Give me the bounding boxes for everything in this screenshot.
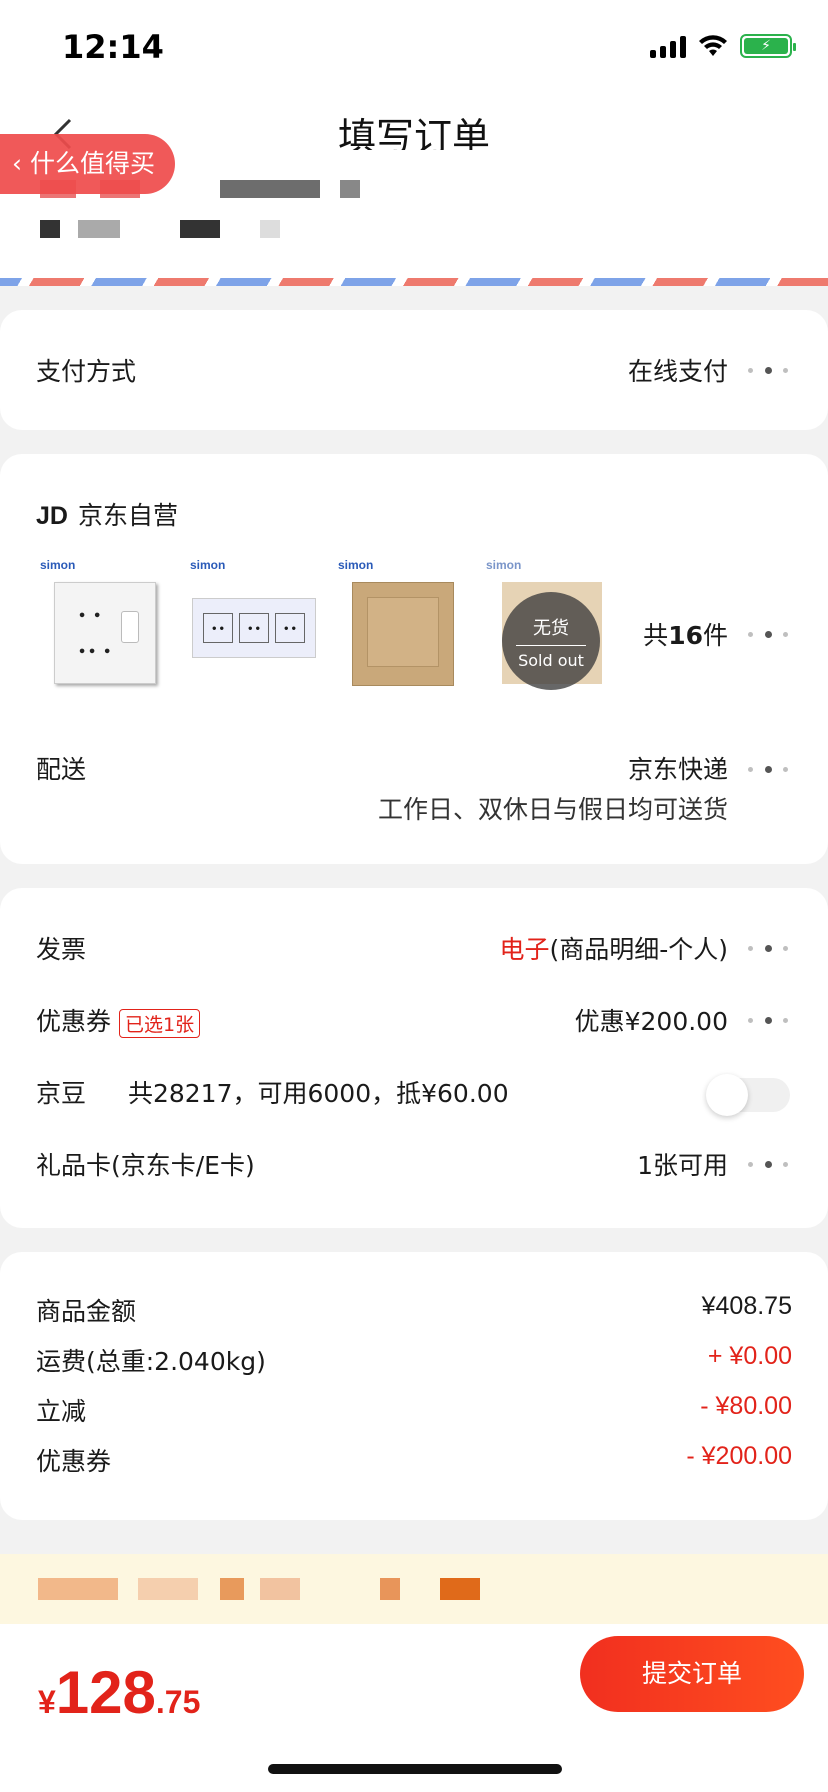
delivery-method[interactable]: 京东快递: [628, 750, 728, 786]
invoice-value[interactable]: 电子(商品明细-个人): [499, 930, 728, 966]
more-icon[interactable]: [748, 943, 788, 953]
battery-icon: ⚡: [740, 34, 796, 58]
blurred-text: [260, 220, 280, 238]
summary-label: 优惠券: [36, 1447, 112, 1476]
coupon-value[interactable]: 优惠¥200.00: [575, 1002, 728, 1038]
more-icon[interactable]: [748, 764, 788, 774]
address-stripe: [0, 278, 828, 286]
coupon-row[interactable]: 优惠券 已选1张: [36, 1002, 201, 1038]
sold-out-badge: 无货 Sold out: [502, 592, 600, 690]
product-thumb[interactable]: simon ∙∙ ∙∙ ∙∙: [190, 558, 316, 688]
jd-logo: JD: [36, 502, 68, 530]
total-integer: 128: [55, 1659, 156, 1726]
summary-value: - ¥200.00: [686, 1442, 792, 1470]
summary-card: 商品金额 ¥408.75 运费(总重:2.040kg) + ¥0.00 立减 - ¥80.…: [0, 1252, 828, 1520]
more-icon[interactable]: [748, 629, 788, 639]
brand-label: simon: [486, 558, 522, 572]
signal-icon: [650, 34, 686, 58]
blurred-text: [260, 1578, 300, 1600]
status-time: 12:14: [62, 28, 164, 66]
coupon-badge: 已选1张: [119, 1008, 201, 1038]
delivery-note: 工作日、双休日与假日均可送货: [377, 795, 728, 824]
giftcard-label: 礼品卡(京东卡/E卡): [36, 1151, 255, 1180]
home-indicator: [268, 1764, 562, 1774]
summary-value: + ¥0.00: [707, 1342, 792, 1370]
panel-image: [352, 582, 454, 686]
item-count-suffix: 件: [702, 621, 728, 650]
product-thumb[interactable]: simon ∙ ∙ ∙∙ ∙: [40, 558, 156, 688]
sold-out-en: Sold out: [518, 651, 584, 670]
summary-label: 运费(总重:2.040kg): [36, 1347, 266, 1376]
blurred-text: [440, 1578, 480, 1600]
bottom-bar: ¥128.75 提交订单: [0, 1624, 828, 1792]
status-bar: 12:14 ⚡: [0, 0, 828, 96]
smzdm-tag-label: 什么值得买: [29, 149, 155, 178]
payment-label: 支付方式: [36, 357, 137, 386]
store-card: JD 京东自营 simon ∙ ∙ ∙∙ ∙ simon ∙∙ ∙∙ ∙∙ sim…: [0, 454, 828, 864]
jingdou-toggle[interactable]: [706, 1074, 790, 1116]
summary-value: - ¥80.00: [700, 1392, 792, 1420]
sold-out-cn: 无货: [533, 618, 569, 639]
smzdm-back-tag[interactable]: ‹ 什么值得买: [0, 134, 175, 194]
jingdou-detail: 共28217，可用6000，抵¥60.00: [127, 1079, 509, 1108]
summary-label: 立减: [36, 1397, 87, 1426]
total-decimal: .75: [155, 1684, 201, 1720]
submit-order-button[interactable]: 提交订单: [580, 1636, 804, 1712]
blurred-text: [220, 180, 320, 198]
blurred-text: [138, 1578, 198, 1600]
invoice-type: 电子: [499, 935, 550, 964]
status-icons: ⚡: [650, 34, 796, 58]
total-currency: ¥: [38, 1684, 56, 1720]
blurred-text: [38, 1578, 118, 1600]
more-icon[interactable]: [748, 1159, 788, 1169]
delivery-label: 配送: [36, 755, 87, 784]
item-count-number: 16: [668, 621, 703, 650]
summary-value: ¥408.75: [701, 1292, 792, 1320]
store-name: JD 京东自营: [36, 496, 178, 532]
product-thumb[interactable]: simon: [338, 558, 454, 688]
brand-label: simon: [190, 558, 226, 572]
total-price: ¥128.75: [38, 1658, 200, 1727]
more-icon[interactable]: [748, 365, 788, 375]
blurred-text: [380, 1578, 400, 1600]
invoice-detail: (商品明细-个人): [549, 935, 728, 964]
giftcard-value[interactable]: 1张可用: [637, 1146, 728, 1182]
wifi-icon: [699, 35, 727, 56]
blurred-text: [180, 220, 220, 238]
item-count[interactable]: 共16件: [643, 616, 728, 652]
payment-card[interactable]: 支付方式 在线支付: [0, 310, 828, 430]
blurred-text: [340, 180, 360, 198]
summary-label: 商品金额: [36, 1297, 137, 1326]
blurred-text: [78, 220, 120, 238]
promo-banner[interactable]: [0, 1554, 828, 1624]
brand-label: simon: [40, 558, 76, 572]
blurred-text: [40, 220, 60, 238]
socket-image: ∙ ∙ ∙∙ ∙: [54, 582, 156, 684]
jingdou-label: 京豆: [36, 1079, 87, 1108]
blurred-text: [220, 1578, 244, 1600]
item-count-prefix: 共: [643, 621, 669, 650]
options-card: 发票 电子(商品明细-个人) 优惠券 已选1张 优惠¥200.00 京豆 共282…: [0, 888, 828, 1228]
payment-value: 在线支付: [627, 357, 728, 386]
socket-image: ∙∙ ∙∙ ∙∙: [192, 598, 316, 658]
coupon-label: 优惠券: [36, 1007, 112, 1036]
more-icon[interactable]: [748, 1015, 788, 1025]
brand-label: simon: [338, 558, 374, 572]
store-label: 京东自营: [77, 501, 178, 530]
invoice-label: 发票: [36, 935, 87, 964]
jingdou-row: 京豆 共28217，可用6000，抵¥60.00: [36, 1074, 509, 1110]
